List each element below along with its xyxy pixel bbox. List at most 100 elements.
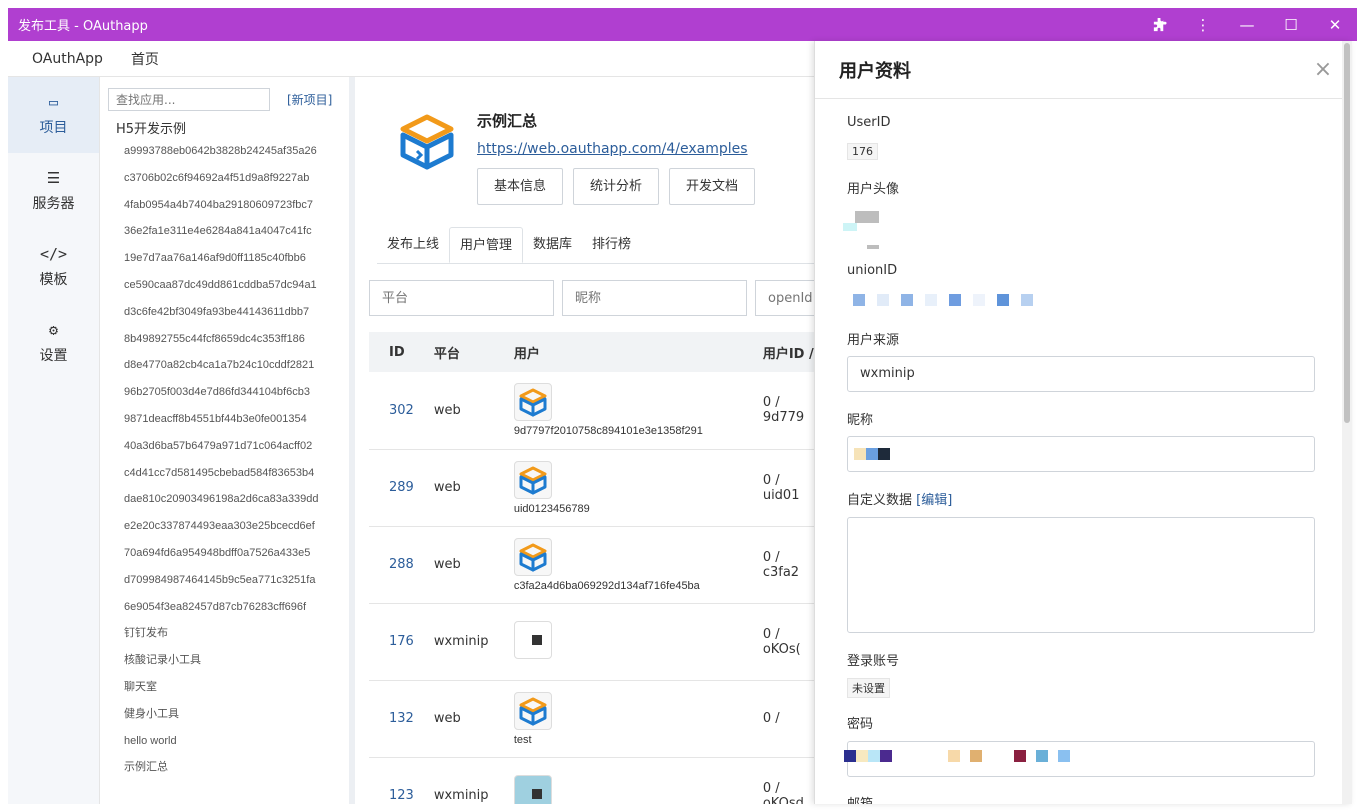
app-list-item[interactable]: 健身小工具 — [100, 701, 349, 728]
login-account-label: 登录账号 — [847, 654, 900, 669]
menubar: OAuthApp 首页 — [8, 41, 814, 77]
app-list-item[interactable]: 96b2705f003d4e7d86fd344104bf6cb3 — [100, 379, 349, 406]
platform-filter-input[interactable] — [369, 280, 554, 316]
row-user-name: 9d7797f2010758c894101e3e1358f291 — [513, 425, 703, 438]
app-list-item[interactable]: ce590caa87dc49dd861cddba57dc94a1 — [100, 272, 349, 299]
avatar-label: 用户头像 — [847, 182, 900, 197]
tab-database[interactable]: 数据库 — [523, 227, 582, 263]
nickname-field[interactable] — [847, 436, 1315, 472]
drawer-scrollbar-thumb[interactable] — [1344, 43, 1350, 423]
nav-item-label: 项目 — [39, 120, 68, 136]
nickname-filter-input[interactable] — [562, 280, 747, 316]
app-list-item[interactable]: hello world — [100, 728, 349, 755]
column-header-platform[interactable]: 平台 — [423, 332, 504, 372]
custom-data-label: 自定义数据 [编辑] — [847, 489, 952, 508]
source-field[interactable]: wxminip — [847, 356, 1315, 392]
userid-label: UserID — [847, 115, 891, 130]
nav-item-label: 服务器 — [32, 196, 75, 212]
login-account-value: 未设置 — [847, 678, 890, 698]
table-row[interactable]: 132 web test 0 / — [369, 680, 814, 758]
maximize-button[interactable]: ☐ — [1269, 8, 1313, 41]
password-field[interactable] — [844, 741, 1315, 777]
app-list-item[interactable]: dae810c20903496198a2d6ca83a339dd — [100, 486, 349, 513]
table-row[interactable]: 302 web 9d7797f2010758c894101e3e1358f291 0 … — [369, 372, 814, 450]
app-list-item[interactable]: 示例汇总 — [100, 754, 349, 781]
app-list-item[interactable]: 钉钉发布 — [100, 620, 349, 647]
column-header-userid[interactable]: 用户ID / — [752, 332, 814, 372]
basic-info-button[interactable]: 基本信息 — [477, 168, 564, 205]
box-logo-icon — [397, 111, 457, 171]
drawer-scrollbar[interactable] — [1342, 41, 1352, 804]
table-row[interactable]: 176 wxminip 0 / oKOs( — [369, 603, 814, 681]
app-list-panel: [新项目] H5开发示例 a9993788eb0642b3828b24245af… — [100, 77, 355, 804]
row-id[interactable]: 302 — [369, 372, 424, 450]
row-user-name: test — [513, 733, 532, 746]
window-title: 发布工具 - OAuthapp — [18, 19, 148, 34]
app-list-item[interactable]: 核酸记录小工具 — [100, 647, 349, 674]
column-header-user[interactable]: 用户 — [503, 332, 753, 372]
nav-item-servers[interactable]: ☰ 服务器 — [8, 153, 99, 229]
new-project-link[interactable]: [新项目] — [287, 91, 332, 108]
app-group-title[interactable]: H5开发示例 — [100, 111, 349, 138]
app-list-item[interactable]: 6e9054f3ea82457d87cb76283cff696f — [100, 594, 349, 621]
dev-docs-button[interactable]: 开发文档 — [669, 168, 756, 205]
drawer-title: 用户资料 — [839, 60, 911, 82]
row-userid: 0 / c3fa2 — [752, 526, 814, 604]
nav-item-templates[interactable]: </> 模板 — [8, 229, 99, 305]
more-vertical-icon[interactable]: ⋮ — [1181, 8, 1225, 41]
avatar — [843, 209, 883, 251]
tab-leaderboard[interactable]: 排行榜 — [582, 227, 641, 263]
row-user-name: c3fa2a4d6ba069292d134af716fe45ba — [513, 579, 700, 592]
statistics-button[interactable]: 统计分析 — [573, 168, 660, 205]
app-list-item[interactable]: 4fab0954a4b7404ba29180609723fbc7 — [100, 192, 349, 219]
minimize-button[interactable]: — — [1225, 8, 1269, 41]
nickname-masked-value — [854, 448, 890, 460]
app-search-input[interactable] — [108, 88, 270, 111]
app-list-item[interactable]: 70a694fd6a954948bdff0a7526a433e5 — [100, 540, 349, 567]
nav-item-label: 设置 — [39, 348, 68, 364]
menu-home[interactable]: 首页 — [117, 49, 173, 69]
app-list-item[interactable]: 36e2fa1e311e4e6284a841a4047c41fc — [100, 218, 349, 245]
nav-item-projects[interactable]: ▭ 项目 — [8, 77, 99, 153]
app-list-item[interactable]: 19e7d7aa76a146af9d0ff1185c40fbb6 — [100, 245, 349, 272]
app-list-item[interactable]: 8b49892755c44fcf8659dc4c353ff186 — [100, 326, 349, 353]
project-tabs: 发布上线 用户管理 数据库 排行榜 — [377, 227, 814, 264]
custom-data-textarea[interactable] — [847, 517, 1315, 633]
email-label: 邮箱 — [847, 793, 873, 804]
tab-user-management[interactable]: 用户管理 — [449, 227, 524, 263]
row-id[interactable]: 289 — [369, 449, 424, 527]
app-list-item[interactable]: d8e4770a82cb4ca1a7b24c10cddf2821 — [100, 352, 349, 379]
app-list-item[interactable]: d709984987464145b9c5ea771c3251fa — [100, 567, 349, 594]
app-list-item[interactable]: d3c6fe42bf3049fa93be44143611dbb7 — [100, 299, 349, 326]
row-id[interactable]: 123 — [369, 757, 424, 804]
table-row[interactable]: 289 web uid0123456789 0 / uid01 — [369, 449, 814, 527]
custom-data-label-text: 自定义数据 — [847, 493, 913, 508]
nav-item-label: 模板 — [39, 272, 68, 288]
app-list-item[interactable]: e2e20c337874493eaa303e25bcecd6ef — [100, 513, 349, 540]
app-list-item[interactable]: a9993788eb0642b3828b24245af35a26 — [100, 138, 349, 165]
row-id[interactable]: 132 — [369, 680, 424, 758]
app-list-item[interactable]: 9871deacff8b4551bf44b3e0fe001354 — [100, 406, 349, 433]
app-list-item[interactable]: 40a3d6ba57b6479a971d71c064acff02 — [100, 433, 349, 460]
project-url-link[interactable]: https://web.oauthapp.com/4/examples — [477, 141, 748, 157]
app-list-item[interactable]: c4d41cc7d581495cbebad584f83653b4 — [100, 460, 349, 487]
users-table: ID 平台 用户 用户ID / 302 web 9d7797f2010758c894… — [369, 332, 814, 804]
openid-filter-input[interactable] — [755, 280, 814, 316]
table-row[interactable]: 123 wxminip 0 / oKOsd — [369, 757, 814, 804]
extension-icon[interactable] — [1137, 8, 1181, 41]
tab-publish[interactable]: 发布上线 — [377, 227, 449, 263]
user-avatar — [513, 691, 552, 730]
code-icon: </> — [39, 245, 68, 263]
row-userid: 0 / — [752, 680, 814, 758]
edit-custom-data-link[interactable]: [编辑] — [916, 493, 952, 508]
close-window-button[interactable]: ✕ — [1313, 8, 1357, 41]
app-list-item[interactable]: c3706b02c6f94692a4f51d9a8f9227ab — [100, 165, 349, 192]
row-id[interactable]: 288 — [369, 526, 424, 604]
row-platform: web — [423, 372, 504, 450]
table-row[interactable]: 288 web c3fa2a4d6ba069292d134af716fe45ba 0 … — [369, 526, 814, 604]
app-list-item[interactable]: 聊天室 — [100, 674, 349, 701]
menu-oauthapp[interactable]: OAuthApp — [8, 51, 117, 67]
nav-item-settings[interactable]: ⚙ 设置 — [8, 305, 99, 381]
column-header-id[interactable]: ID — [369, 332, 424, 372]
row-id[interactable]: 176 — [369, 603, 424, 681]
